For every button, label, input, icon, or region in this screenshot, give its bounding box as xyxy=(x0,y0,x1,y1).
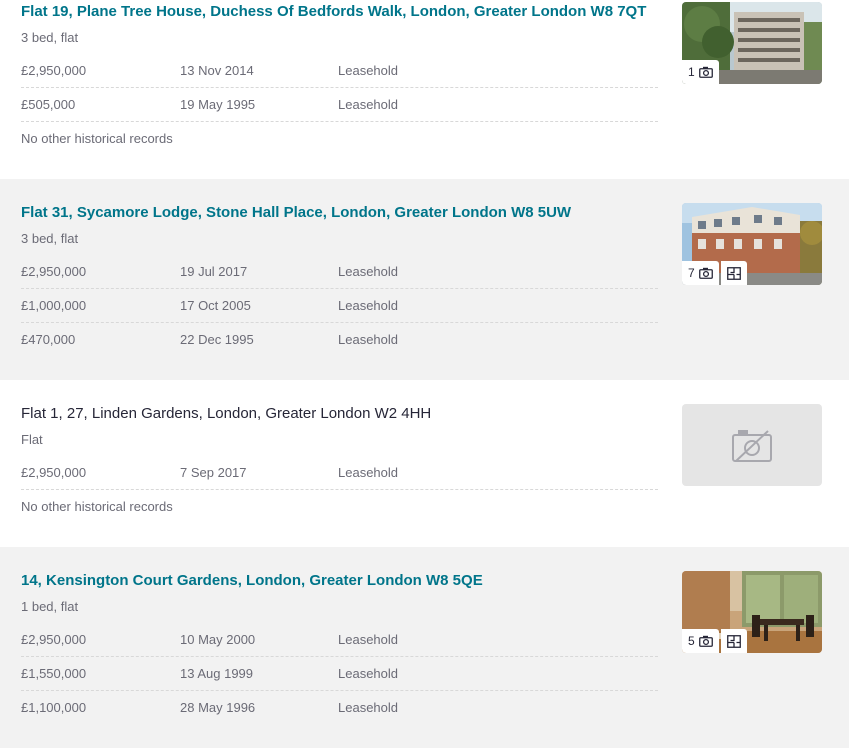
sale-row: £1,550,000 13 Aug 1999 Leasehold xyxy=(21,657,658,691)
sale-date: 7 Sep 2017 xyxy=(180,465,247,480)
sale-price: £2,950,000 xyxy=(21,465,87,480)
listing-card: Flat 31, Sycamore Lodge, Stone Hall Plac… xyxy=(0,179,849,380)
sale-tenure: Leasehold xyxy=(338,97,398,112)
no-photo-icon xyxy=(732,430,772,462)
sale-price: £2,950,000 xyxy=(21,632,87,647)
sale-row: £1,100,000 28 May 1996 Leasehold xyxy=(21,691,658,725)
sale-row: £2,950,000 10 May 2000 Leasehold xyxy=(21,623,658,657)
no-photo-placeholder xyxy=(682,404,822,486)
sale-tenure: Leasehold xyxy=(338,632,398,647)
listing-photo[interactable]: 5 xyxy=(682,571,822,653)
sale-tenure: Leasehold xyxy=(338,465,398,480)
sale-date: 28 May 1996 xyxy=(180,700,256,715)
no-history-note: No other historical records xyxy=(21,499,173,514)
sale-price: £2,950,000 xyxy=(21,264,87,279)
photo-count-badge[interactable]: 1 xyxy=(682,60,719,84)
listing-details: 1 bed, flat xyxy=(21,599,79,614)
listing-address-link[interactable]: 14, Kensington Court Gardens, London, Gr… xyxy=(21,571,483,591)
sale-tenure: Leasehold xyxy=(338,63,398,78)
photo-count-badge[interactable]: 5 xyxy=(682,629,719,653)
sale-date: 13 Nov 2014 xyxy=(180,63,254,78)
sale-price: £2,950,000 xyxy=(21,63,87,78)
sale-date: 19 May 1995 xyxy=(180,97,256,112)
sale-date: 17 Oct 2005 xyxy=(180,298,251,313)
sale-price: £1,100,000 xyxy=(21,700,87,715)
floorplan-badge[interactable] xyxy=(720,629,747,653)
listing-address: Flat 1, 27, Linden Gardens, London, Grea… xyxy=(21,405,432,422)
listing-details: 3 bed, flat xyxy=(21,30,79,45)
listing-card: Flat 19, Plane Tree House, Duchess Of Be… xyxy=(0,0,849,179)
listing-details: Flat xyxy=(21,432,43,447)
sale-date: 10 May 2000 xyxy=(180,632,256,647)
sale-tenure: Leasehold xyxy=(338,298,398,313)
sale-price: £470,000 xyxy=(21,332,76,347)
sale-date: 19 Jul 2017 xyxy=(180,264,248,279)
listing-card: Flat 1, 27, Linden Gardens, London, Grea… xyxy=(0,380,849,547)
sale-row: £470,000 22 Dec 1995 Leasehold xyxy=(21,323,658,357)
floorplan-badge[interactable] xyxy=(720,261,747,285)
sale-tenure: Leasehold xyxy=(338,700,398,715)
listing-address-link[interactable]: Flat 19, Plane Tree House, Duchess Of Be… xyxy=(21,2,646,22)
sale-row: £505,000 19 May 1995 Leasehold xyxy=(21,88,658,122)
sale-date: 22 Dec 1995 xyxy=(180,332,254,347)
sale-price: £505,000 xyxy=(21,97,76,112)
no-history-note: No other historical records xyxy=(21,131,173,146)
listing-card: 14, Kensington Court Gardens, London, Gr… xyxy=(0,547,849,748)
listing-photo[interactable]: 1 xyxy=(682,2,822,84)
floorplan-icon xyxy=(726,266,741,280)
camera-icon xyxy=(698,66,713,78)
listing-photo[interactable]: 7 xyxy=(682,203,822,285)
listing-address-link[interactable]: Flat 31, Sycamore Lodge, Stone Hall Plac… xyxy=(21,203,571,223)
sale-row: £2,950,000 13 Nov 2014 Leasehold xyxy=(21,54,658,88)
sale-tenure: Leasehold xyxy=(338,332,398,347)
floorplan-icon xyxy=(726,634,741,648)
sold-prices-list: Flat 19, Plane Tree House, Duchess Of Be… xyxy=(0,0,849,755)
photo-count-badge[interactable]: 7 xyxy=(682,261,719,285)
listing-details: 3 bed, flat xyxy=(21,231,79,246)
photo-count: 5 xyxy=(688,634,695,648)
sale-tenure: Leasehold xyxy=(338,264,398,279)
camera-icon xyxy=(698,267,713,279)
sale-tenure: Leasehold xyxy=(338,666,398,681)
sale-price: £1,000,000 xyxy=(21,298,87,313)
camera-icon xyxy=(698,635,713,647)
sale-price: £1,550,000 xyxy=(21,666,87,681)
sale-date: 13 Aug 1999 xyxy=(180,666,254,681)
photo-count: 7 xyxy=(688,266,695,280)
sale-row: £2,950,000 7 Sep 2017 Leasehold xyxy=(21,456,658,490)
sale-row: £1,000,000 17 Oct 2005 Leasehold xyxy=(21,289,658,323)
sale-row: £2,950,000 19 Jul 2017 Leasehold xyxy=(21,255,658,289)
photo-count: 1 xyxy=(688,65,695,79)
